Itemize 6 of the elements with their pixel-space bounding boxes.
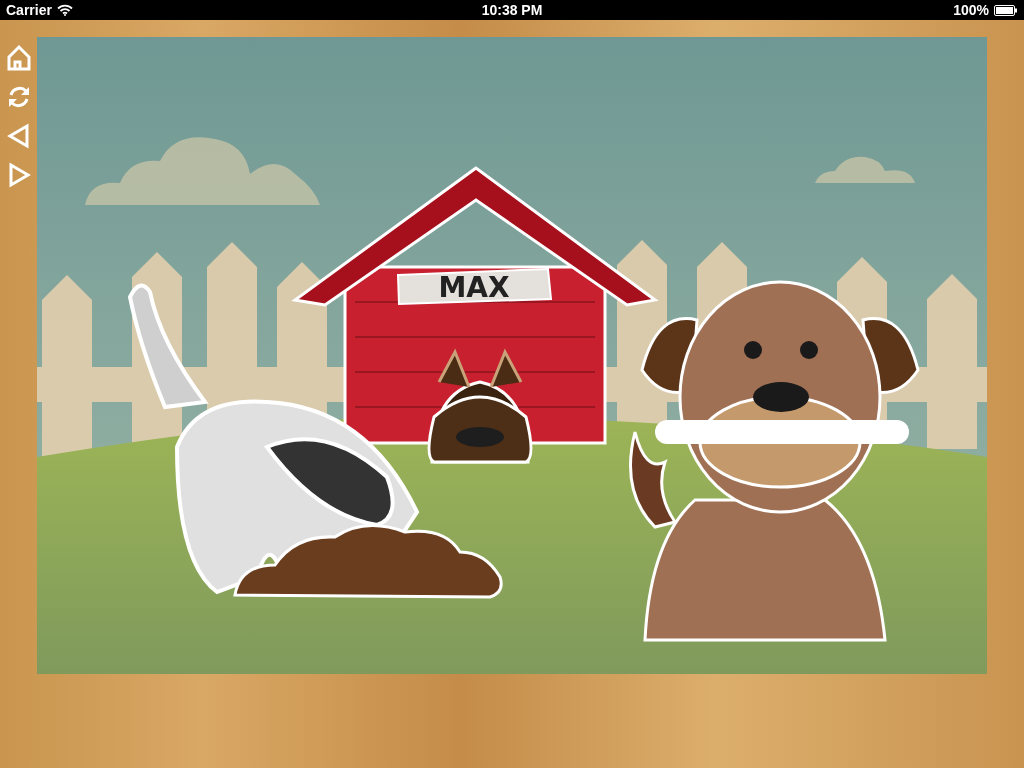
battery-icon: [994, 4, 1018, 16]
clock-time: 10:38 PM: [481, 2, 543, 18]
battery-percentage: 100%: [953, 2, 989, 18]
wifi-signal-icon: [56, 4, 73, 16]
carrier-name: Carrier: [6, 2, 52, 18]
sign-text: MAX: [438, 271, 510, 304]
